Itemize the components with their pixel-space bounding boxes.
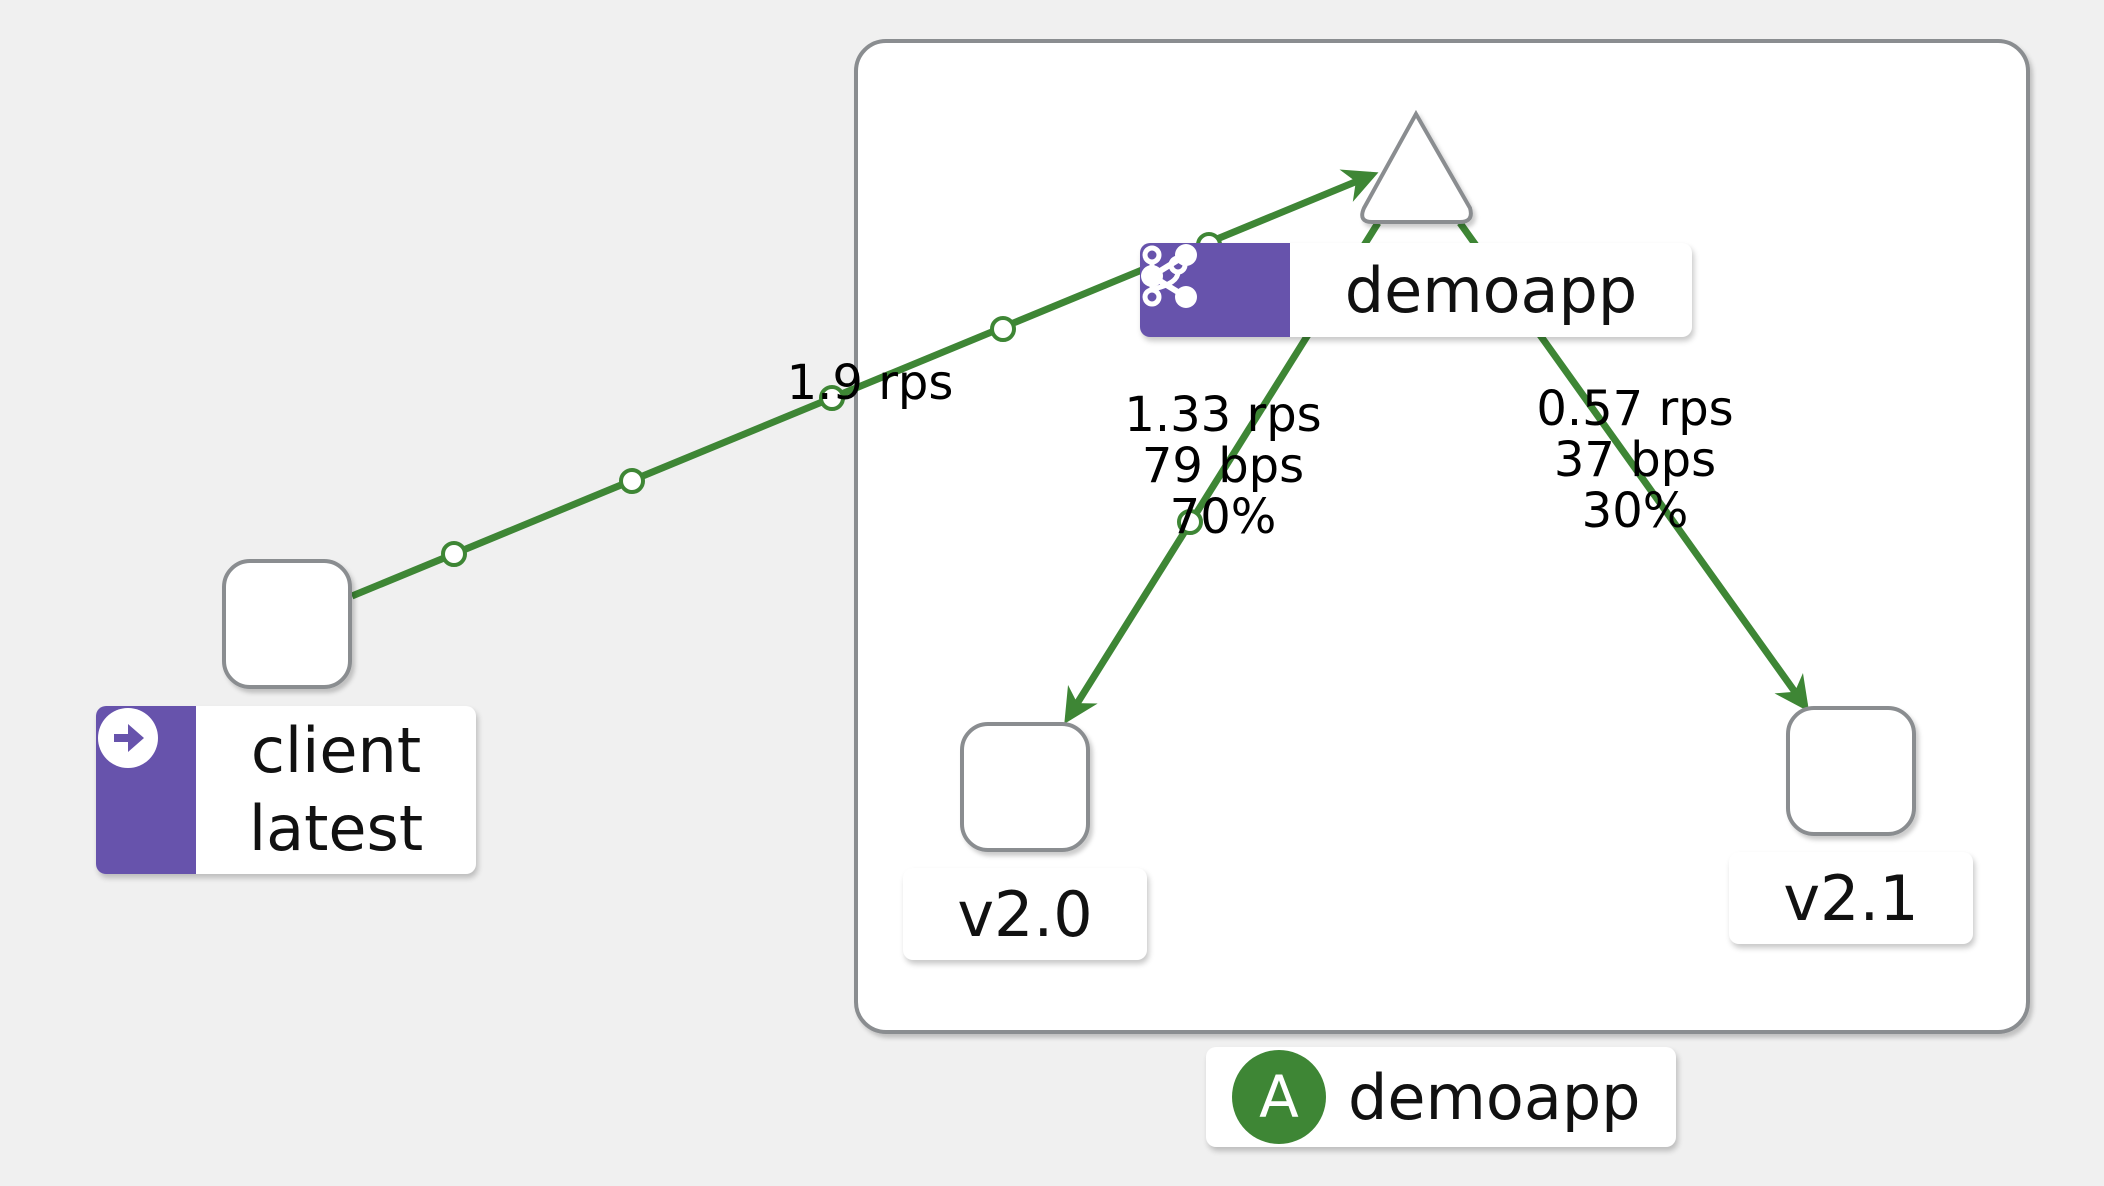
edge-throughput: 37 bps — [1553, 432, 1717, 488]
edge-rate: 1.9 rps — [786, 355, 954, 411]
edge-rate: 1.33 rps — [1124, 387, 1322, 443]
graph-svg — [222, 39, 2030, 1034]
edge-percent: 30% — [1581, 483, 1689, 539]
edge-throughput: 79 bps — [1141, 438, 1305, 494]
app-badge-icon: A — [1232, 1050, 1326, 1144]
client-badge — [96, 706, 196, 874]
client-name: client — [250, 714, 422, 787]
service-name: demoapp — [1344, 253, 1638, 327]
v21-node-label[interactable]: v2.1 — [1729, 852, 1973, 944]
v20-version: v2.0 — [957, 877, 1093, 951]
app-group-label[interactable]: A demoapp — [1206, 1047, 1676, 1147]
edge-rate: 0.57 rps — [1536, 381, 1734, 437]
workload-node-v20[interactable] — [960, 722, 1090, 852]
workload-node-client[interactable] — [222, 559, 352, 689]
service-badge — [1140, 243, 1290, 337]
client-version: latest — [248, 792, 424, 865]
edge-percent: 70% — [1169, 489, 1277, 545]
share-icon — [1141, 244, 1197, 308]
service-node-label[interactable]: demoapp — [1140, 243, 1692, 337]
traffic-dot — [990, 316, 1016, 342]
edge-label-client-service: 1.9 rps — [750, 358, 990, 409]
client-node-label[interactable]: client latest — [96, 706, 476, 874]
arrow-right-circle-icon — [98, 708, 158, 768]
v20-node-label[interactable]: v2.0 — [903, 868, 1147, 960]
edge-label-service-v20: 1.33 rps 79 bps 70% — [1103, 390, 1343, 543]
traffic-dot — [441, 541, 467, 567]
v21-version: v2.1 — [1783, 861, 1919, 935]
workload-node-v21[interactable] — [1786, 706, 1916, 836]
app-group-name: demoapp — [1348, 1060, 1641, 1134]
edge-label-service-v21: 0.57 rps 37 bps 30% — [1515, 384, 1755, 537]
graph-canvas: 1.9 rps 1.33 rps 79 bps 70% 0.57 rps 37 … — [0, 0, 2104, 1186]
traffic-dot — [619, 468, 645, 494]
